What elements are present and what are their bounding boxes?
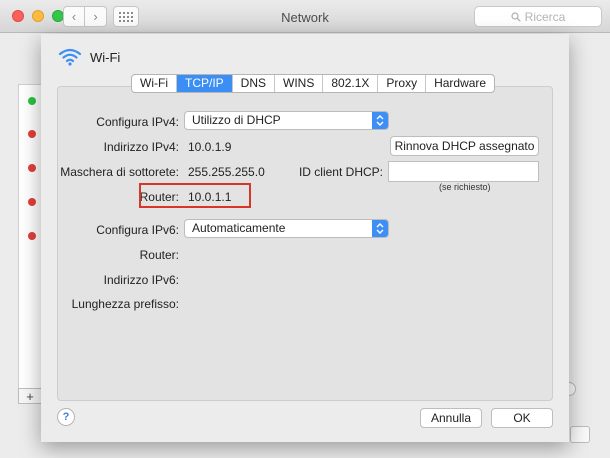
tab-tcpip[interactable]: TCP/IP: [176, 75, 233, 92]
ok-button[interactable]: OK: [491, 408, 553, 428]
configure-ipv4-label: Configura IPv4:: [96, 115, 179, 129]
ipv6-router-label: Router:: [139, 248, 179, 262]
subnet-mask-value: 255.255.255.0: [188, 165, 265, 179]
advanced-sheet: Wi-Fi Wi-Fi TCP/IP DNS WINS 802.1X Proxy…: [41, 34, 569, 442]
background-button[interactable]: [570, 426, 590, 443]
tab-8021x[interactable]: 802.1X: [323, 75, 379, 92]
wifi-icon: [58, 48, 82, 66]
help-button[interactable]: ?: [57, 408, 75, 426]
configure-ipv4-popup[interactable]: Utilizzo di DHCP: [184, 111, 389, 130]
status-dot-red: [28, 198, 36, 206]
dhcp-client-id-field[interactable]: [388, 161, 539, 182]
dhcp-client-id-label: ID client DHCP:: [298, 165, 383, 179]
search-placeholder: Ricerca: [524, 9, 566, 24]
tab-dns[interactable]: DNS: [233, 75, 275, 92]
search-field[interactable]: Ricerca: [474, 6, 602, 27]
tab-wifi[interactable]: Wi-Fi: [132, 75, 177, 92]
tcpip-panel: [57, 86, 553, 401]
subnet-mask-label: Maschera di sottorete:: [60, 165, 179, 179]
tab-wins[interactable]: WINS: [275, 75, 324, 92]
ipv4-address-label: Indirizzo IPv4:: [103, 140, 179, 154]
status-dot-red: [28, 232, 36, 240]
prefix-length-label: Lunghezza prefisso:: [71, 297, 179, 311]
interface-name: Wi-Fi: [90, 49, 121, 65]
dhcp-client-id-hint: (se richiesto): [439, 182, 491, 192]
ipv6-address-label: Indirizzo IPv6:: [103, 273, 179, 287]
configure-ipv6-label: Configura IPv6:: [96, 223, 179, 237]
configure-ipv6-popup[interactable]: Automaticamente: [184, 219, 389, 238]
ipv4-address-value: 10.0.1.9: [188, 140, 232, 154]
search-icon: [511, 11, 521, 22]
router-highlight-box: [139, 183, 251, 208]
configure-ipv6-value: Automaticamente: [192, 221, 286, 235]
updown-chevron-icon: [372, 112, 388, 129]
status-dot-red: [28, 164, 36, 172]
add-service-button[interactable]: +: [18, 388, 42, 404]
service-list[interactable]: [18, 84, 42, 404]
configure-ipv4-value: Utilizzo di DHCP: [192, 113, 281, 127]
title-bar: ‹ › Network Ricerca: [0, 0, 610, 33]
tab-hardware[interactable]: Hardware: [426, 75, 494, 92]
tab-proxy[interactable]: Proxy: [378, 75, 427, 92]
tab-bar: Wi-Fi TCP/IP DNS WINS 802.1X Proxy Hardw…: [131, 74, 496, 93]
cancel-button[interactable]: Annulla: [420, 408, 482, 428]
renew-dhcp-button[interactable]: Rinnova DHCP assegnato: [390, 136, 539, 156]
interface-header: Wi-Fi: [58, 48, 120, 66]
status-dot-green: [28, 97, 36, 105]
status-dot-red: [28, 130, 36, 138]
updown-chevron-icon: [372, 220, 388, 237]
